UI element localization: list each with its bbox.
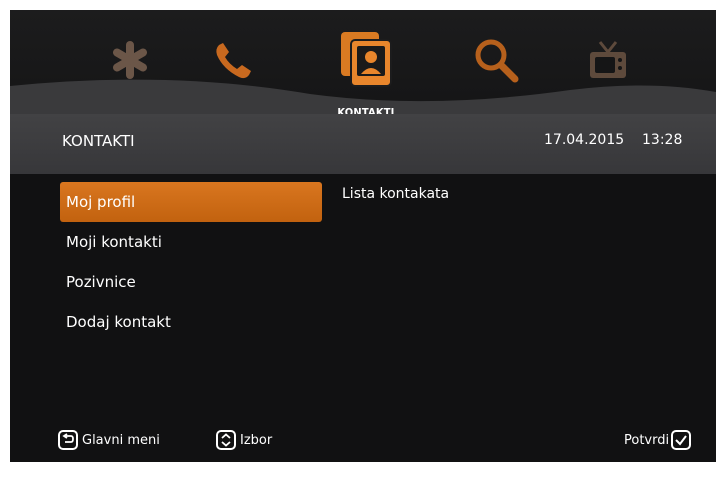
- tv-icon[interactable]: [580, 32, 636, 88]
- back-icon: [58, 430, 78, 450]
- menu-item-label: Pozivnice: [66, 273, 136, 291]
- settings-icon[interactable]: [102, 32, 158, 88]
- menu-item-label: Moj profil: [66, 193, 136, 211]
- search-icon[interactable]: [468, 32, 524, 88]
- menu-item-dodaj-kontakt[interactable]: Dodaj kontakt: [60, 302, 322, 342]
- back-label: Glavni meni: [82, 432, 160, 448]
- select-label: Izbor: [240, 432, 273, 448]
- menu-item-label: Dodaj kontakt: [66, 313, 171, 331]
- page-title: KONTAKTI: [62, 132, 135, 150]
- menu-item-moj-profil[interactable]: Moj profil: [60, 182, 322, 222]
- back-hint[interactable]: Glavni meni: [58, 428, 160, 452]
- top-nav: KONTAKTI: [10, 10, 716, 119]
- checkmark-icon: [671, 430, 692, 450]
- phone-icon[interactable]: [206, 32, 262, 88]
- select-hint[interactable]: Izbor: [216, 428, 272, 452]
- confirm-label: Potvrdi: [624, 432, 670, 448]
- contacts-menu: Moj profil Moji kontakti Pozivnice Dodaj…: [60, 182, 322, 342]
- confirm-hint[interactable]: Potvrdi: [624, 428, 692, 452]
- up-down-icon: [216, 430, 236, 450]
- content-title: Lista kontakata: [342, 186, 450, 202]
- date-label: 17.04.2015: [544, 132, 625, 148]
- footer-hints: Glavni meni Izbor Potvrdi: [10, 428, 716, 462]
- time-label: 13:28: [642, 132, 683, 148]
- menu-item-label: Moji kontakti: [66, 233, 162, 251]
- menu-item-pozivnice[interactable]: Pozivnice: [60, 262, 322, 302]
- screen: KONTAKTI KONTAKTI 17.04.2015 13:28 Moj p…: [10, 10, 716, 462]
- menu-item-moji-kontakti[interactable]: Moji kontakti: [60, 222, 322, 262]
- contacts-icon[interactable]: [335, 28, 397, 90]
